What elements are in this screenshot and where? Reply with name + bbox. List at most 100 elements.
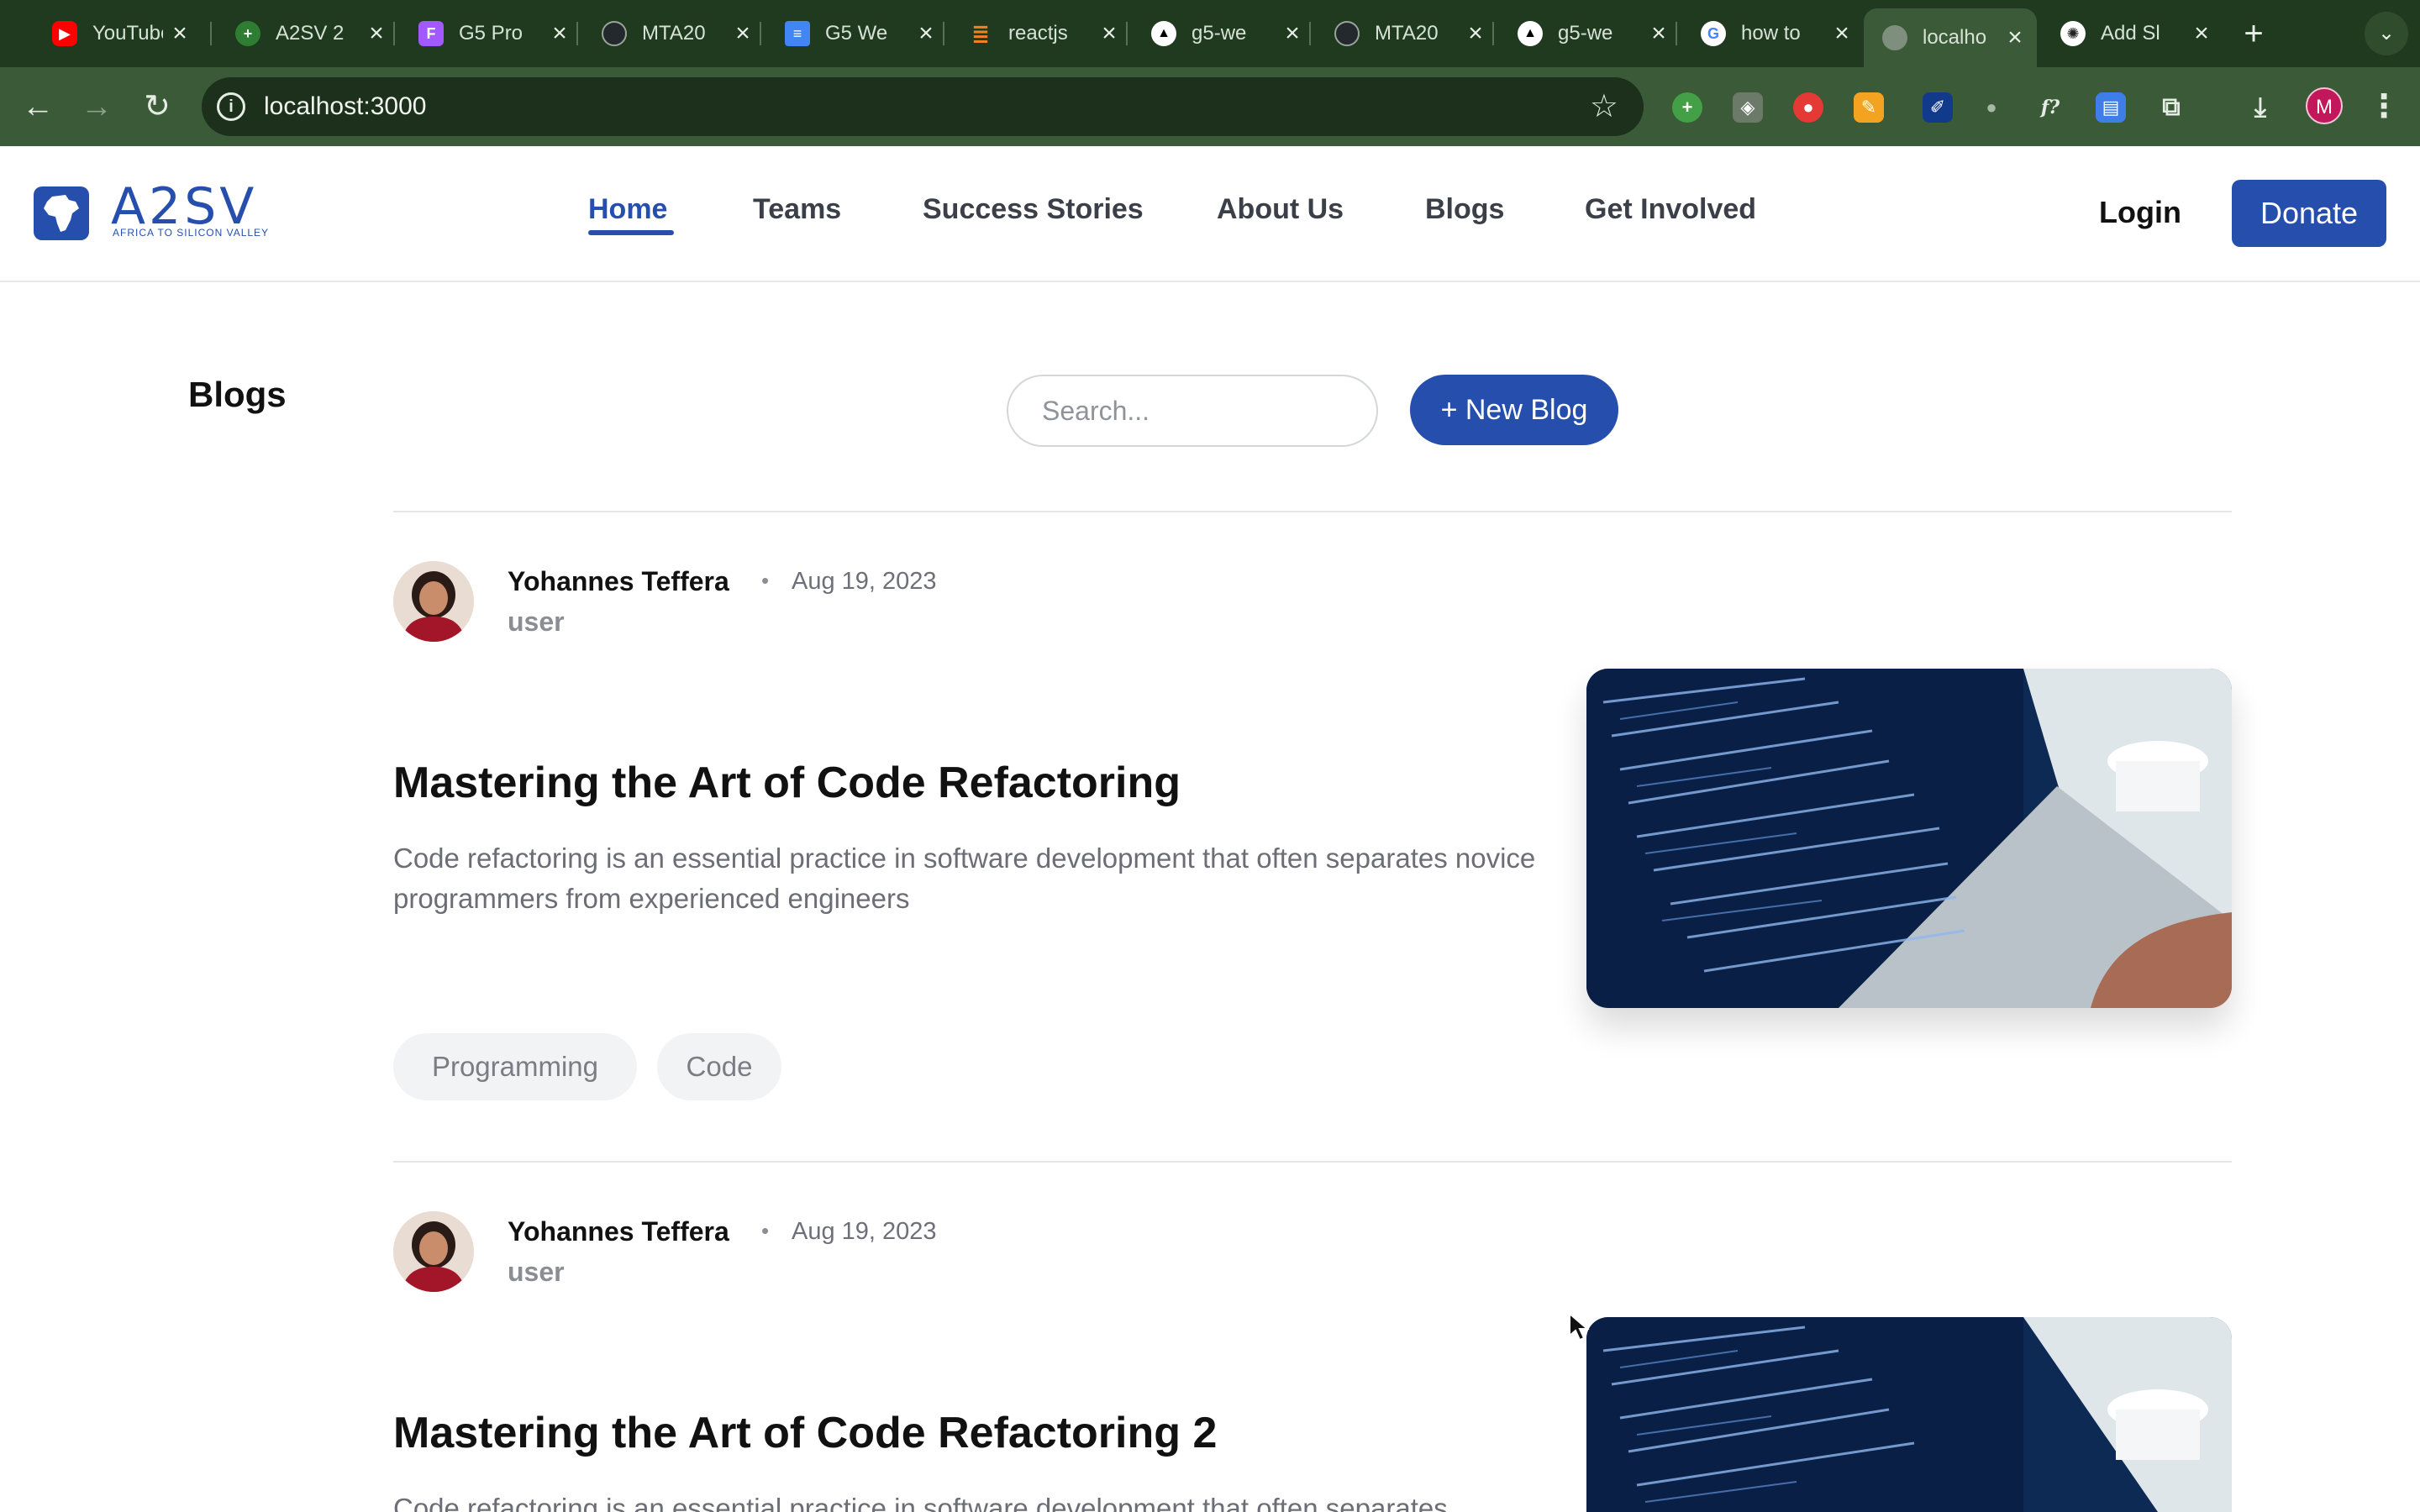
vercel-icon: ▲ [1518,21,1543,46]
close-tab-icon[interactable]: × [163,19,197,48]
tab-title: g5-we [1192,22,1247,45]
tab-title: G5 We [825,22,888,45]
brand-tagline: AFRICA TO SILICON VALLEY [113,227,270,239]
google-icon: G [1701,21,1726,46]
post-date: Aug 19, 2023 [792,1218,937,1245]
bookmark-star-icon[interactable]: ☆ [1590,87,1618,125]
tab-title: how to [1741,22,1801,45]
meta-separator: • [761,568,770,593]
tab-separator [1492,22,1494,45]
extension-grey-icon[interactable]: ● [1976,92,2007,123]
nav-teams[interactable]: Teams [753,193,841,226]
tab-search-button[interactable]: ⌄ [2365,12,2408,55]
close-tab-icon[interactable]: × [1459,19,1492,48]
browser-tab[interactable]: + A2SV 2 × [217,8,398,59]
close-tab-icon[interactable]: × [1276,19,1309,48]
login-link[interactable]: Login [2099,195,2181,230]
figma-icon: F [418,21,444,46]
nav-get-involved[interactable]: Get Involved [1585,193,1756,226]
extension-picker-icon[interactable]: ✐ [1923,92,1953,123]
africa-logo-icon[interactable] [34,186,89,240]
tab-title: G5 Pro [459,22,523,45]
tab-separator [1676,22,1677,45]
author-name[interactable]: Yohannes Teffera [508,566,729,597]
browser-tab[interactable]: F G5 Pro × [400,8,581,59]
extension-pencil-icon[interactable]: ✎ [1854,92,1884,123]
browser-tab[interactable]: G how to × [1682,8,1864,59]
close-tab-icon[interactable]: × [1998,24,2032,52]
browser-tab[interactable]: ≣ reactjs × [950,8,1131,59]
nav-about-us[interactable]: About Us [1217,193,1344,226]
stackoverflow-icon: ≣ [971,20,990,46]
vercel-icon: ▲ [1151,21,1176,46]
browser-menu-icon[interactable]: ⋮ [2368,87,2400,125]
author-avatar[interactable] [393,1211,474,1292]
back-button[interactable]: ← [17,86,59,128]
download-icon[interactable]: ⤓ [2245,92,2275,123]
browser-tab[interactable]: ▲ g5-we × [1499,8,1681,59]
address-bar[interactable]: i localhost:3000 ☆ [202,77,1644,136]
post-date: Aug 19, 2023 [792,568,937,595]
author-avatar[interactable] [393,561,474,642]
tag-chip[interactable]: Code [657,1033,781,1100]
formula-extension-icon[interactable]: f? [2035,92,2065,123]
a2sv-icon: + [235,21,260,46]
google-docs-icon: ≡ [785,21,810,46]
profile-avatar[interactable]: M [2306,87,2343,124]
search-input[interactable] [1007,375,1378,447]
post-thumbnail[interactable] [1586,1317,2232,1512]
nav-success-stories[interactable]: Success Stories [923,193,1144,226]
tag-chip[interactable]: Programming [393,1033,637,1100]
donate-button[interactable]: Donate [2232,180,2386,247]
close-tab-icon[interactable]: × [1642,19,1676,48]
extensions-puzzle-icon[interactable]: ⧉ [2156,92,2186,123]
tab-title: MTA20 [642,22,706,45]
post-title[interactable]: Mastering the Art of Code Refactoring [393,758,1181,808]
browser-tab[interactable]: ▲ g5-we × [1133,8,1314,59]
brand-wordmark[interactable]: A2SV [111,181,257,232]
forward-button[interactable]: → [76,86,118,128]
close-tab-icon[interactable]: × [726,19,760,48]
post-thumbnail[interactable] [1586,669,2232,1008]
post-excerpt: Code refactoring is an essential practic… [393,1493,1448,1512]
browser-tab[interactable]: MTA20 × [583,8,765,59]
shield-icon[interactable]: ◈ [1733,92,1763,123]
tab-title: Add Sl [2101,22,2160,45]
tab-separator [1126,22,1128,45]
youtube-icon: ▶ [52,21,77,46]
post-title[interactable]: Mastering the Art of Code Refactoring 2 [393,1408,1217,1458]
browser-tab[interactable]: ▶ YouTube × [34,8,202,59]
extension-plus-icon[interactable]: + [1672,92,1702,123]
close-tab-icon[interactable]: × [909,19,943,48]
tab-title: A2SV 2 [276,22,345,45]
tab-separator [1309,22,1311,45]
post-excerpt: Code refactoring is an essential practic… [393,843,1536,914]
browser-tab[interactable]: MTA20 × [1316,8,1497,59]
close-tab-icon[interactable]: × [1825,19,1859,48]
divider [393,511,2232,512]
reload-button[interactable]: ↻ [136,86,178,128]
mouse-cursor-icon [1569,1312,1590,1341]
tab-separator [760,22,761,45]
close-tab-icon[interactable]: × [1092,19,1126,48]
close-tab-icon[interactable]: × [2185,19,2218,48]
close-tab-icon[interactable]: × [360,19,393,48]
tab-title: localho [1923,26,1987,49]
site-info-icon[interactable]: i [217,92,245,121]
nav-home[interactable]: Home [588,193,667,226]
tab-separator [393,22,395,45]
author-role: user [508,606,565,637]
tab-title: MTA20 [1375,22,1439,45]
author-name[interactable]: Yohannes Teffera [508,1216,729,1247]
nav-blogs[interactable]: Blogs [1425,193,1504,226]
browser-tab-active[interactable]: localho × [1864,8,2037,67]
page-title: Blogs [188,375,287,414]
new-tab-button[interactable]: + [2232,12,2275,55]
extension-docs-icon[interactable]: ▤ [2096,92,2126,123]
new-blog-button[interactable]: + New Blog [1410,375,1618,445]
extension-red-icon[interactable]: ● [1793,92,1823,123]
browser-tab[interactable]: ≡ G5 We × [766,8,948,59]
browser-toolbar: ← → ↻ i localhost:3000 ☆ + ◈ ● ✎ ✐ ● f? … [0,67,2420,146]
close-tab-icon[interactable]: × [543,19,576,48]
browser-tab[interactable]: ✺ Add Sl × [2042,8,2223,59]
